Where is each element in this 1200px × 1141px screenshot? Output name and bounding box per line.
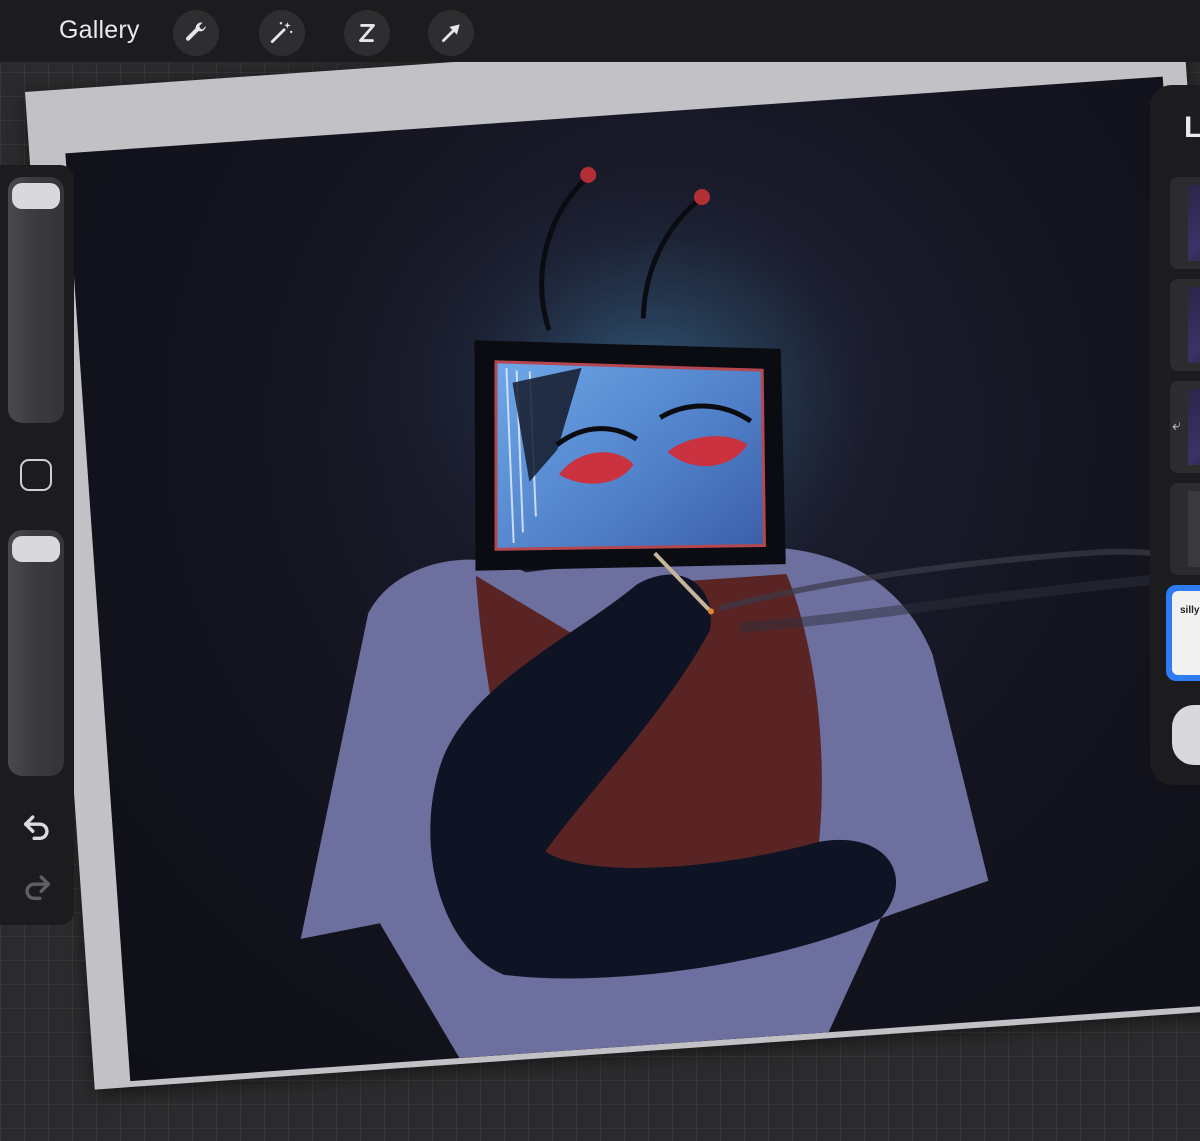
layer-row-selected[interactable]: silly — [1166, 585, 1200, 681]
background-color-layer[interactable] — [1172, 705, 1200, 765]
layer-row[interactable] — [1170, 279, 1200, 371]
modify-square-icon[interactable] — [20, 459, 52, 491]
artwork-illustration — [300, 133, 1199, 1059]
clipping-mask-icon: ⤶ — [1172, 417, 1181, 434]
layer-thumbnail: silly — [1172, 591, 1200, 675]
redo-icon[interactable] — [20, 870, 54, 904]
actions-wrench-button[interactable] — [173, 10, 219, 56]
transform-button[interactable] — [428, 10, 474, 56]
selection-button[interactable] — [344, 10, 390, 56]
undo-icon[interactable] — [20, 810, 54, 844]
brush-size-slider[interactable] — [8, 177, 64, 423]
layer-row[interactable] — [1170, 483, 1200, 575]
layers-panel-title: L — [1184, 111, 1200, 144]
canvas-photo-frame — [25, 11, 1200, 1090]
top-toolbar: Gallery — [0, 0, 1200, 62]
wrench-icon — [185, 22, 206, 41]
gallery-button[interactable]: Gallery — [59, 16, 140, 45]
layer-thumbnail — [1188, 389, 1200, 465]
opacity-slider[interactable] — [8, 530, 64, 776]
adjustments-button[interactable] — [259, 10, 305, 56]
selection-icon — [359, 24, 375, 42]
layers-panel: L ⤶ silly — [1150, 85, 1200, 785]
brush-size-slider-thumb[interactable] — [12, 183, 60, 209]
transform-arrow-icon — [442, 24, 460, 42]
magic-wand-icon — [270, 22, 293, 44]
left-sidebar — [0, 165, 74, 925]
opacity-slider-thumb[interactable] — [12, 536, 60, 562]
layer-row[interactable] — [1170, 177, 1200, 269]
artwork-canvas[interactable] — [65, 76, 1200, 1082]
layer-thumbnail-text: silly — [1180, 605, 1200, 616]
layer-thumbnail — [1188, 491, 1200, 567]
layer-thumbnail — [1188, 287, 1200, 363]
layer-thumbnail — [1188, 185, 1200, 261]
